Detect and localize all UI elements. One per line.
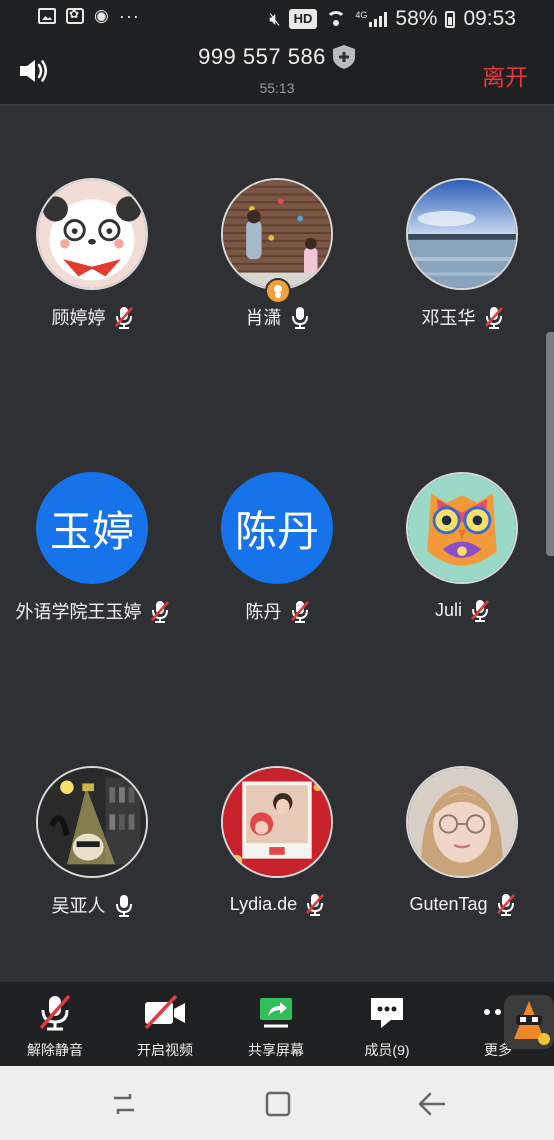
participant-tile[interactable]: Juli	[370, 472, 554, 672]
system-nav-bar	[0, 1066, 554, 1140]
recent-apps-icon[interactable]	[108, 1088, 140, 1120]
avatar	[221, 178, 333, 290]
avatar	[406, 472, 518, 584]
participant-name: 陈丹	[245, 602, 282, 622]
share-screen-button[interactable]: 共享屏幕	[221, 982, 331, 1066]
unmute-button[interactable]: 解除静音	[0, 982, 110, 1066]
participant-tile[interactable]: 玉婷 外语学院王玉婷	[0, 472, 185, 672]
leave-button[interactable]: 离开	[482, 58, 528, 92]
participant-name-row: 吴亚人	[0, 892, 185, 918]
signal-icon	[369, 11, 388, 27]
participant-tile[interactable]: 肖潇	[185, 178, 370, 378]
participant-name: GutenTag	[409, 893, 488, 914]
shield-icon[interactable]	[332, 44, 356, 70]
participant-name-row: Juli	[370, 598, 554, 622]
more-notifications-icon: ···	[118, 6, 140, 26]
participant-grid: 顾婷婷 肖潇 邓玉华 玉婷 外语学院王玉婷 陈丹 陈丹 Juli 吴亚人 Lyd…	[0, 106, 554, 982]
participant-name: 吴亚人	[51, 896, 106, 916]
participant-name-row: 肖潇	[185, 304, 370, 330]
meeting-toolbar: 解除静音 开启视频 共享屏幕 成员(9) 更多	[0, 982, 554, 1066]
status-notifications: ◉ ···	[38, 6, 140, 26]
participant-name-row: 顾婷婷	[0, 304, 185, 330]
mic-muted-icon	[150, 601, 169, 623]
mic-muted-icon	[114, 307, 133, 329]
participant-tile[interactable]: 顾婷婷	[0, 178, 185, 378]
hd-badge: HD	[288, 9, 318, 29]
photo-frame-avatar-image	[223, 768, 331, 876]
weibo-icon: ◉	[94, 6, 109, 25]
participant-tile[interactable]: 吴亚人	[0, 766, 185, 966]
unmute-label: 解除静音	[27, 1042, 83, 1058]
share-screen-label: 共享屏幕	[248, 1042, 304, 1058]
gallery-icon	[38, 8, 56, 24]
owl-avatar-image	[408, 474, 516, 582]
battery-icon	[445, 10, 456, 28]
participant-tile[interactable]: 邓玉华	[370, 178, 554, 378]
battery-percent: 58%	[395, 7, 438, 30]
participant-name-row: Lydia.de	[185, 892, 370, 916]
floating-assistant-icon[interactable]	[504, 995, 554, 1049]
participant-name-row: 邓玉华	[370, 304, 554, 330]
mic-muted-icon	[290, 601, 309, 623]
members-label: 成员(9)	[364, 1042, 410, 1058]
climbing-avatar-image	[223, 180, 331, 288]
network-type: 4G	[355, 10, 368, 20]
participant-tile[interactable]: Lydia.de	[185, 766, 370, 966]
participant-name: 肖潇	[245, 308, 282, 328]
participant-name: 顾婷婷	[51, 308, 106, 328]
mic-on-icon	[115, 895, 132, 917]
mic-muted-icon	[39, 994, 71, 1031]
mic-muted-icon	[484, 307, 503, 329]
participant-name-row: 陈丹	[185, 598, 370, 624]
portrait-avatar-image	[408, 768, 516, 876]
cone-avatar-icon	[504, 995, 554, 1049]
initials-avatar: 陈丹	[221, 472, 333, 584]
home-icon[interactable]	[262, 1088, 294, 1120]
initials-avatar: 玉婷	[36, 472, 148, 584]
share-screen-icon	[260, 998, 292, 1028]
participant-name-row: 外语学院王玉婷	[0, 598, 185, 624]
meeting-header: 999 557 586 55:13 离开	[0, 36, 554, 106]
avatar	[406, 766, 518, 878]
mic-muted-icon	[306, 894, 325, 916]
meeting-duration: 55:13	[259, 80, 295, 96]
meeting-id[interactable]: 999 557 586	[0, 44, 554, 70]
avatar	[406, 178, 518, 290]
start-video-button[interactable]: 开启视频	[110, 982, 220, 1066]
mic-muted-icon	[496, 894, 515, 916]
wifi-icon	[325, 11, 347, 27]
participant-name: Lydia.de	[229, 893, 298, 914]
mic-muted-icon	[471, 600, 489, 622]
participant-tile[interactable]: GutenTag	[370, 766, 554, 966]
status-bar: ◉ ··· 🔇︎ HD 4G 58% 09:53	[0, 0, 554, 36]
status-system: 🔇︎ HD 4G 58% 09:53	[269, 7, 516, 31]
avatar	[36, 766, 148, 878]
participant-name-row: GutenTag	[370, 892, 554, 916]
scroll-handle[interactable]	[546, 332, 554, 556]
avatar	[36, 178, 148, 290]
host-badge-icon	[265, 278, 291, 304]
panda-avatar-image	[38, 180, 146, 288]
participant-name: Juli	[434, 599, 462, 620]
avatar	[221, 766, 333, 878]
participant-name: 邓玉华	[421, 308, 476, 328]
lake-avatar-image	[408, 180, 516, 288]
start-video-label: 开启视频	[137, 1042, 193, 1058]
participant-name: 外语学院王玉婷	[15, 602, 142, 622]
mic-on-icon	[291, 307, 308, 329]
participant-tile[interactable]: 陈丹 陈丹	[185, 472, 370, 672]
clock: 09:53	[463, 7, 516, 30]
mute-icon: 🔇︎	[269, 8, 281, 29]
lamp-avatar-image	[38, 768, 146, 876]
baidu-icon	[66, 7, 84, 24]
chat-bubble-icon	[371, 998, 403, 1028]
video-off-icon	[144, 994, 185, 1030]
members-button[interactable]: 成员(9)	[332, 982, 442, 1066]
back-icon[interactable]	[416, 1088, 448, 1120]
